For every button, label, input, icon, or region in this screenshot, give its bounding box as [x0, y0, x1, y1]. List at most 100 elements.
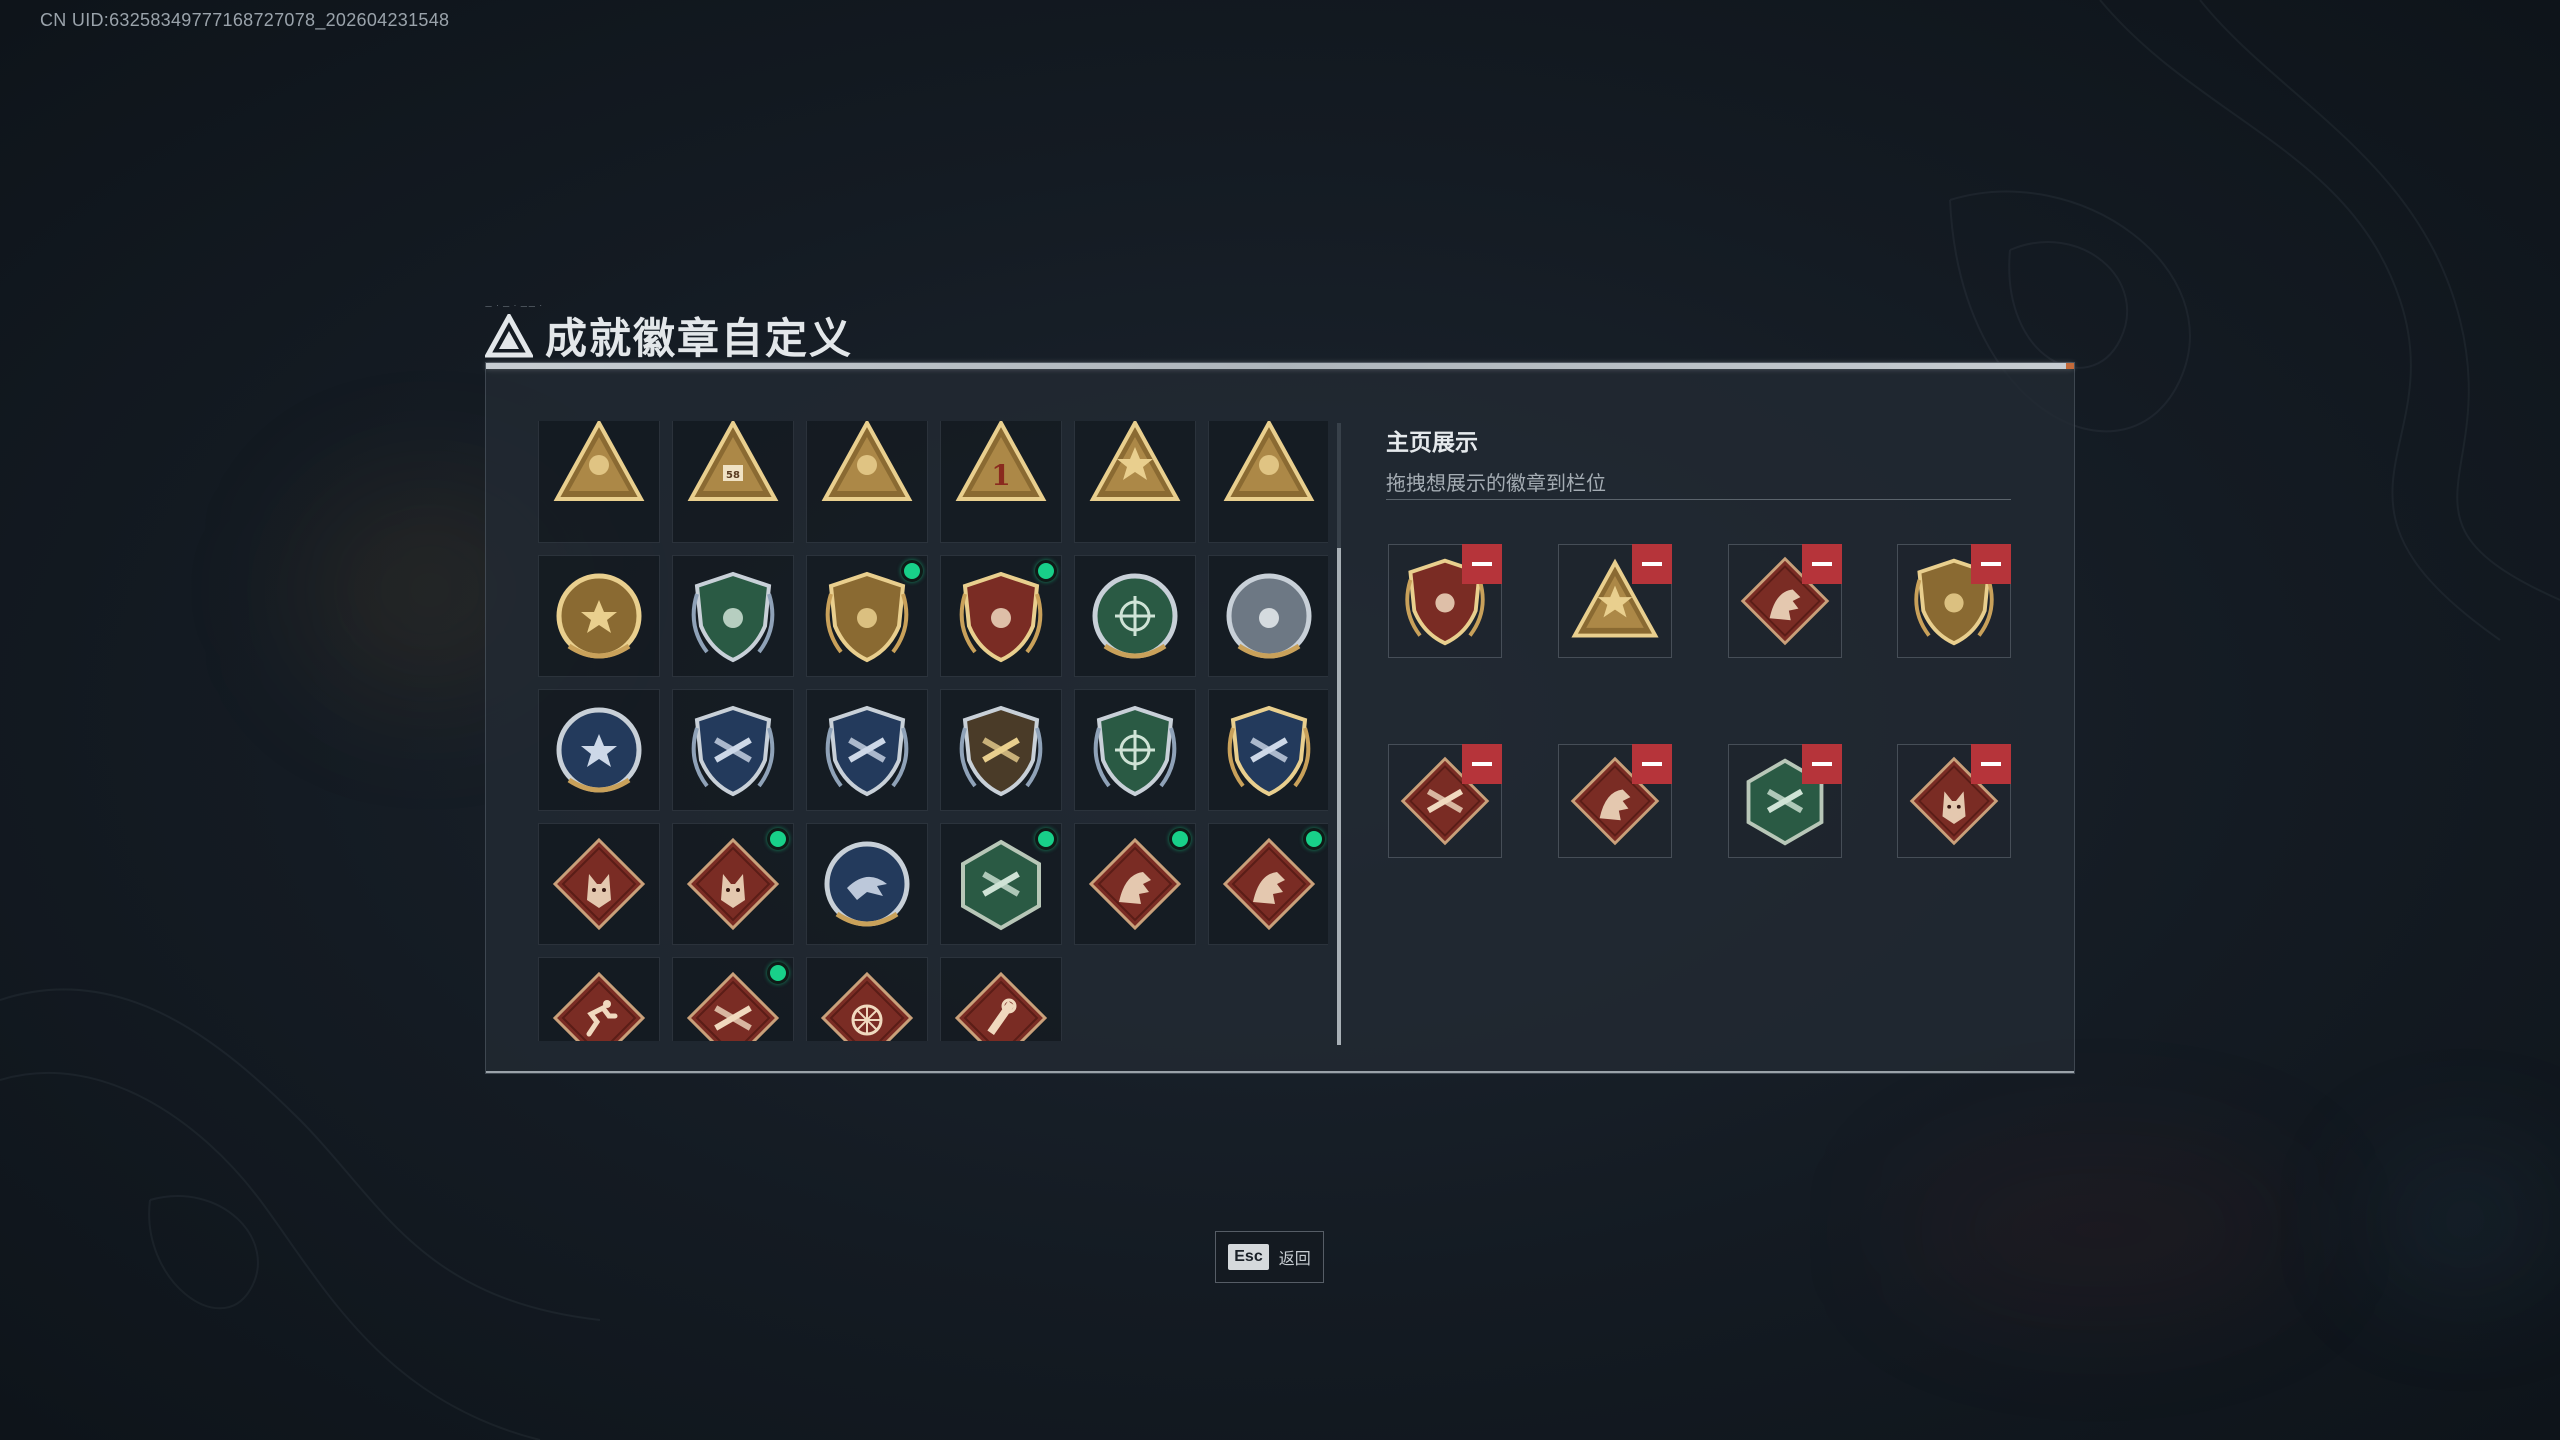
showcase-title: 主页展示 [1386, 430, 1478, 456]
badge-cell[interactable] [940, 957, 1062, 1041]
navy-round-eagle-badge-icon [824, 841, 910, 927]
gold-winged-shield-badge-icon [825, 571, 909, 663]
new-badge-dot [1303, 828, 1325, 850]
showcase-header: 主页展示 拖拽想展示的徽章到栏位 [1386, 423, 2011, 496]
gold-navy-rifles-shield-badge-icon [1227, 705, 1311, 797]
green-shield-badge-icon [691, 571, 775, 663]
gold-star-medal-badge-icon [556, 573, 642, 659]
new-badge-dot [901, 560, 923, 582]
navy-rifle-wreath-badge-icon [691, 705, 775, 797]
new-badge-dot [767, 828, 789, 850]
minus-icon [1642, 562, 1662, 566]
showcase-slot[interactable] [1558, 744, 1672, 858]
new-badge-dot [1035, 828, 1057, 850]
new-badge-dot [1035, 560, 1057, 582]
badge-cell[interactable] [940, 823, 1062, 945]
red-diamond-dragon-badge-icon [1088, 837, 1182, 931]
remove-badge-button[interactable] [1802, 544, 1842, 584]
minus-icon [1642, 762, 1662, 766]
showcase-slot[interactable] [1388, 744, 1502, 858]
new-badge-dot [767, 962, 789, 984]
badge-cell[interactable]: 1 [940, 421, 1062, 543]
remove-badge-button[interactable] [1971, 544, 2011, 584]
badge-customize-panel: 58 1 主页展示 拖拽想展示的徽章到栏位 [485, 362, 2075, 1074]
badge-cell[interactable] [538, 555, 660, 677]
showcase-slot[interactable] [1728, 544, 1842, 658]
minus-icon [1472, 762, 1492, 766]
green-skull-crosshair-badge-icon [1092, 573, 1178, 659]
navy-crossed-rifles-badge-icon [825, 705, 909, 797]
esc-back-label: 返回 [1278, 1249, 1311, 1268]
gold-triangle-number-1-badge-icon: 1 [955, 421, 1047, 501]
remove-badge-button[interactable] [1462, 744, 1502, 784]
badge-cell[interactable] [940, 689, 1062, 811]
remove-badge-button[interactable] [1632, 544, 1672, 584]
red-diamond-wolf-badge-icon [552, 837, 646, 931]
showcase-hint: 拖拽想展示的徽章到栏位 [1386, 471, 1606, 495]
showcase-slot[interactable] [1897, 744, 2011, 858]
showcase-slot[interactable] [1558, 544, 1672, 658]
gold-triangle-soldiers-badge-icon [1223, 421, 1315, 501]
user-uid-text: CN UID:63258349777168727078_202604231548 [40, 10, 450, 30]
badge-cell[interactable] [1074, 555, 1196, 677]
badge-cell[interactable] [1074, 421, 1196, 543]
silver-wreath-crest-badge-icon [1226, 573, 1312, 659]
badge-cell[interactable] [538, 689, 660, 811]
badge-cell[interactable] [806, 689, 928, 811]
scrollbar-thumb[interactable] [1337, 548, 1341, 1045]
delta-logo-icon [485, 313, 533, 357]
svg-text:1: 1 [991, 459, 1010, 492]
gold-triangle-ruins-badge-icon [553, 421, 645, 501]
badge-cell[interactable] [672, 689, 794, 811]
badge-cell[interactable] [1074, 823, 1196, 945]
badge-cell[interactable]: 58 [672, 421, 794, 543]
badge-cell[interactable] [1208, 421, 1328, 543]
remove-badge-button[interactable] [1802, 744, 1842, 784]
panel-bottom-border [486, 1071, 2074, 1073]
badge-cell[interactable] [806, 421, 928, 543]
navy-star-burst-badge-icon [556, 707, 642, 793]
badge-cell[interactable] [806, 957, 928, 1041]
badge-cell[interactable] [538, 421, 660, 543]
red-diamond-wheel-badge-icon [820, 971, 914, 1041]
panel-top-border [486, 363, 2074, 369]
badge-cell[interactable] [538, 823, 660, 945]
showcase-slot[interactable] [1728, 744, 1842, 858]
remove-badge-button[interactable] [1462, 544, 1502, 584]
badge-cell[interactable] [538, 957, 660, 1041]
minus-icon [1981, 762, 2001, 766]
badge-cell[interactable] [1208, 823, 1328, 945]
red-diamond-wolf-badge-icon [686, 837, 780, 931]
green-hexagon-gun-badge-icon [961, 839, 1041, 931]
bronze-pistol-shield-badge-icon [959, 705, 1043, 797]
page-header: 成就徽章自定义 [485, 305, 853, 366]
svg-text:58: 58 [726, 470, 740, 481]
badge-cell[interactable] [940, 555, 1062, 677]
badge-cell[interactable] [672, 555, 794, 677]
minus-icon [1812, 562, 1832, 566]
esc-key-icon: Esc [1228, 1244, 1269, 1270]
badge-cell[interactable] [1208, 555, 1328, 677]
gold-triangle-58-badge-icon: 58 [687, 421, 779, 501]
showcase-slot[interactable] [1897, 544, 2011, 658]
red-diamond-wrench-badge-icon [954, 971, 1048, 1041]
background-glow [1900, 1150, 2300, 1310]
remove-badge-button[interactable] [1632, 744, 1672, 784]
badge-cell[interactable] [1074, 689, 1196, 811]
minus-icon [1812, 762, 1832, 766]
badge-cell[interactable] [806, 823, 928, 945]
gold-triangle-star-badge-icon [1089, 421, 1181, 501]
badge-collection-grid[interactable]: 58 1 [538, 421, 1328, 1041]
badge-cell[interactable] [672, 823, 794, 945]
esc-back-button[interactable]: Esc 返回 [1215, 1231, 1324, 1283]
new-badge-dot [1169, 828, 1191, 850]
gold-triangle-hand-badge-icon [821, 421, 913, 501]
remove-badge-button[interactable] [1971, 744, 2011, 784]
red-gold-winged-shield-badge-icon [959, 571, 1043, 663]
showcase-slot[interactable] [1388, 544, 1502, 658]
badge-cell[interactable] [1208, 689, 1328, 811]
badge-cell[interactable] [806, 555, 928, 677]
minus-icon [1472, 562, 1492, 566]
page-title: 成就徽章自定义 [545, 314, 854, 363]
badge-cell[interactable] [672, 957, 794, 1041]
